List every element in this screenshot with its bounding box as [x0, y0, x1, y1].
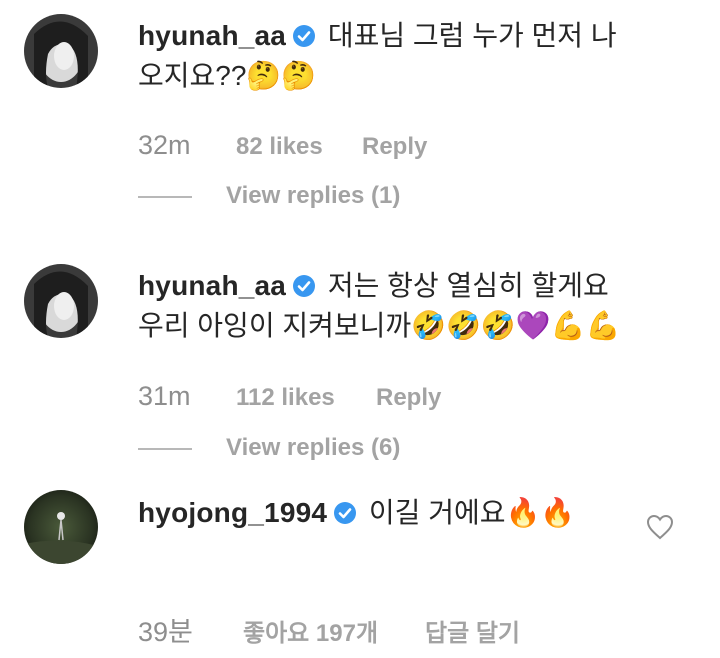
comment-time: 39분 [138, 617, 193, 647]
comment-meta: 39분 좋아요 197개 답글 달기 [138, 610, 520, 649]
comment-username[interactable]: hyojong_1994 [138, 497, 327, 528]
comment-time: 32m [138, 130, 191, 160]
comment-meta: 32m 82 likes Reply [138, 130, 427, 161]
comment-meta: 31m 112 likes Reply [138, 381, 441, 412]
replies-divider [138, 447, 192, 450]
reply-button[interactable]: Reply [376, 384, 441, 412]
likes-count[interactable]: 82 likes [236, 133, 362, 161]
comment-text: 이길 거에요🔥🔥 [368, 497, 576, 528]
comment-time: 31m [138, 381, 191, 411]
verified-badge-icon [292, 24, 316, 48]
comment-username[interactable]: hyunah_aa [138, 20, 286, 51]
heart-icon[interactable] [646, 514, 674, 540]
verified-badge-icon [292, 274, 316, 298]
comment-username[interactable]: hyunah_aa [138, 270, 286, 301]
verified-badge-icon [333, 501, 357, 525]
view-replies-label: View replies (6) [226, 434, 401, 461]
replies-divider [138, 195, 192, 198]
reply-button[interactable]: Reply [362, 133, 427, 161]
avatar[interactable] [24, 264, 98, 338]
comment-body: hyunah_aa 저는 항상 열심히 할게요 우리 아잉이 지켜보니까🤣🤣🤣💜… [138, 266, 638, 346]
avatar[interactable] [24, 490, 98, 564]
view-replies-button[interactable]: View replies (1) [138, 182, 400, 210]
avatar[interactable] [24, 14, 98, 88]
comment-body: hyojong_1994 이길 거에요🔥🔥 [138, 493, 618, 533]
view-replies-button[interactable]: View replies (6) [138, 434, 400, 462]
likes-count[interactable]: 112 likes [236, 384, 376, 412]
reply-button[interactable]: 답글 달기 [425, 613, 520, 648]
likes-count[interactable]: 좋아요 197개 [243, 613, 425, 648]
view-replies-label: View replies (1) [226, 182, 401, 209]
comment-body: hyunah_aa 대표님 그럼 누가 먼저 나오지요??🤔🤔 [138, 16, 638, 96]
